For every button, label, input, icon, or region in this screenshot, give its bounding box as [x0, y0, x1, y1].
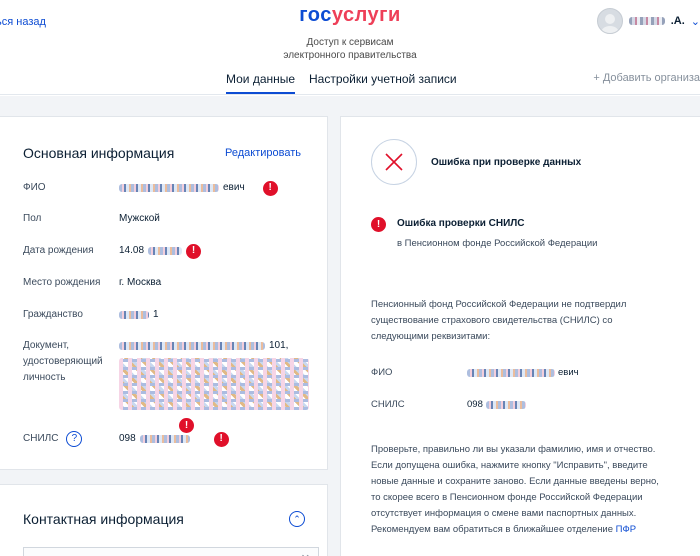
logo-subtitle: Доступ к сервисам электронного правитель…: [0, 36, 700, 62]
document-redacted-block: [119, 358, 309, 410]
snils-error-icon[interactable]: !: [213, 431, 229, 447]
page-header: ься назад госуслуги Доступ к сервисам эл…: [0, 0, 700, 95]
document-label-line-1: Документ,: [23, 340, 70, 351]
birth-date-error-icon[interactable]: !: [186, 243, 202, 259]
birth-date-text: 14.08: [119, 245, 145, 256]
user-name-redacted: [628, 17, 665, 25]
contact-info-title: Контактная информация: [23, 511, 184, 527]
error-header: Ошибка при проверке данных: [431, 157, 582, 168]
req-fio-value: евич: [467, 367, 579, 378]
gender-label: Пол: [23, 213, 42, 224]
document-label-line-2: удостоверяющий: [23, 356, 103, 367]
citizenship-redacted: [119, 311, 149, 319]
edit-button[interactable]: Редактировать: [225, 147, 301, 159]
birth-place-value: г. Москва: [119, 277, 162, 288]
citizenship-label: Гражданство: [23, 309, 83, 320]
add-organization-link[interactable]: + Добавить организа: [593, 72, 700, 84]
pfr-link[interactable]: ПФР: [616, 524, 636, 535]
snils-value: 098 !: [119, 431, 229, 447]
birth-date-value: 14.08 !: [119, 243, 202, 259]
user-menu[interactable]: .А. ⌄: [596, 8, 700, 34]
citizenship-value: 1: [119, 307, 159, 323]
citizenship-suffix: 1: [153, 309, 159, 320]
error-circle-icon: [371, 139, 417, 185]
pfr-message: Пенсионный фонд Российской Федерации не …: [371, 299, 627, 342]
subtitle-line-2: электронного правительства: [283, 50, 417, 61]
document-label-line-3: личность: [23, 372, 66, 383]
req-snils-text: 098: [467, 399, 483, 410]
snils-label-text: СНИЛС: [23, 433, 59, 444]
snils-label: СНИЛС ?: [23, 431, 83, 447]
snils-error-subtitle: в Пенсионном фонде Российской Федерации: [397, 238, 598, 249]
logo-gos: гос: [299, 4, 332, 26]
birth-place-label: Место рождения: [23, 277, 101, 288]
subtitle-line-1: Доступ к сервисам: [306, 37, 394, 48]
contact-info-card: Контактная информация ⌃ ✕: [0, 484, 328, 556]
document-label: Документ, удостоверяющий личность: [23, 338, 113, 386]
gosuslugi-logo[interactable]: госуслуги: [0, 4, 700, 27]
document-redacted-line-1: [119, 342, 265, 350]
req-fio-redacted: [467, 368, 555, 377]
req-snils-label: СНИЛС: [371, 399, 405, 410]
snils-error-title: Ошибка проверки СНИЛС: [397, 218, 525, 229]
fio-label: ФИО: [23, 182, 46, 193]
document-number-fragment: 101,: [269, 340, 289, 351]
gender-value: Мужской: [119, 213, 160, 224]
birth-date-label: Дата рождения: [23, 245, 94, 256]
cross-icon: [385, 153, 403, 171]
fio-suffix: евич: [223, 182, 245, 193]
close-icon[interactable]: ✕: [301, 552, 310, 556]
account-tabs: Мои данные Настройки учетной записи + До…: [0, 70, 700, 95]
contact-field[interactable]: ✕: [23, 547, 319, 556]
avatar: [596, 8, 623, 34]
birth-date-redacted: [148, 247, 183, 255]
fio-redacted: [119, 184, 219, 192]
chevron-up-icon[interactable]: ⌃: [289, 511, 305, 527]
main-info-title: Основная информация: [23, 145, 175, 161]
error-card: Ошибка при проверке данных ! Ошибка пров…: [340, 116, 700, 556]
main-info-card: Основная информация Редактировать ФИО ев…: [0, 116, 328, 470]
document-value: 101,: [119, 338, 309, 410]
help-icon[interactable]: ?: [66, 431, 83, 447]
snils-value-text: 098: [119, 433, 136, 444]
snils-redacted: [139, 435, 190, 443]
req-fio-suffix: евич: [558, 367, 579, 378]
user-initials: .А.: [670, 15, 685, 27]
chevron-down-icon[interactable]: ⌄: [691, 15, 700, 28]
fio-error-icon[interactable]: !: [262, 180, 278, 196]
snils-error-icon-detail: !: [371, 217, 386, 232]
fio-value: евич !: [119, 180, 278, 196]
logo-uslugi: услуги: [331, 4, 401, 26]
advice-body: Проверьте, правильно ли вы указали фамил…: [371, 444, 659, 535]
tab-account-settings[interactable]: Настройки учетной записи: [309, 72, 457, 86]
page-content: Основная информация Редактировать ФИО ев…: [0, 96, 700, 556]
req-snils-redacted: [485, 400, 526, 409]
tab-my-data[interactable]: Мои данные: [226, 72, 296, 94]
req-snils-value: 098: [467, 399, 526, 410]
advice-text: Проверьте, правильно ли вы указали фамил…: [371, 442, 661, 538]
req-fio-label: ФИО: [371, 367, 393, 378]
